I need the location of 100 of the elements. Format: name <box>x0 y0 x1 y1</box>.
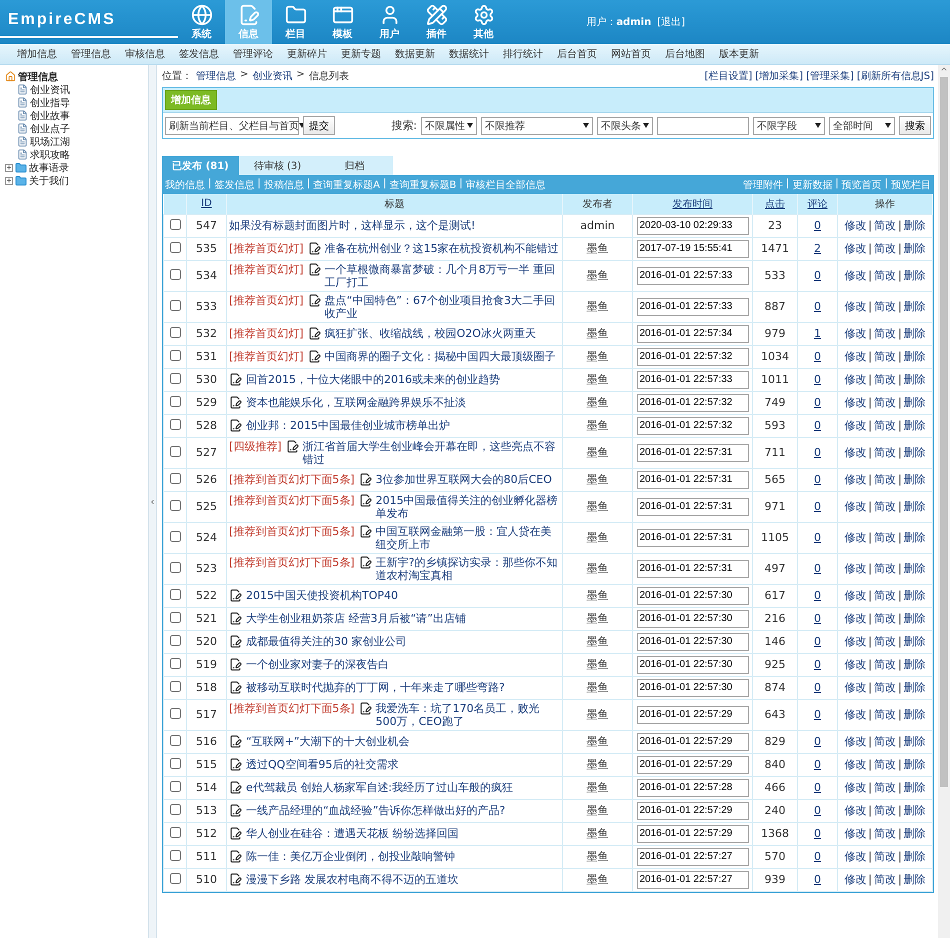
action-link[interactable]: 修改 <box>844 269 866 282</box>
action-link[interactable]: 删除 <box>904 735 926 748</box>
row-checkbox[interactable] <box>170 634 180 646</box>
edit-icon[interactable] <box>308 262 321 276</box>
row-checkbox[interactable] <box>170 850 180 860</box>
edit-icon[interactable] <box>229 758 242 771</box>
expand-toggle[interactable] <box>5 176 13 184</box>
action-link[interactable]: 修改 <box>844 242 866 255</box>
time-field[interactable]: 2016-01-01 22:57:33 <box>636 266 748 284</box>
action-link[interactable]: 删除 <box>904 242 926 255</box>
time-field[interactable]: 2016-01-01 22:57:30 <box>636 632 748 650</box>
comments-link[interactable]: 0 <box>814 781 821 794</box>
action-link[interactable]: 简改 <box>874 242 896 255</box>
action-link[interactable]: 修改 <box>844 300 866 313</box>
status-tab[interactable]: 待审核 (3) <box>239 156 316 175</box>
action-link[interactable]: 修改 <box>844 735 866 748</box>
row-checkbox[interactable] <box>170 658 180 668</box>
menu-item[interactable]: 后台首页 <box>550 47 604 61</box>
menu-item[interactable]: 更新专题 <box>334 47 388 61</box>
comments-link[interactable]: 0 <box>814 350 821 363</box>
time-field[interactable]: 2016-01-01 22:57:31 <box>636 470 748 488</box>
action-link[interactable]: 删除 <box>904 827 926 840</box>
comments-link[interactable]: 2 <box>814 242 821 255</box>
edit-icon[interactable] <box>308 350 321 363</box>
time-field[interactable]: 2016-01-01 22:57:33 <box>636 298 748 316</box>
tree-item[interactable]: 创业指导 <box>30 96 70 110</box>
action-link[interactable]: 修改 <box>844 589 866 602</box>
menu-item[interactable]: 管理评论 <box>226 47 280 61</box>
row-checkbox[interactable] <box>170 418 180 430</box>
edit-icon[interactable] <box>229 635 242 648</box>
title-link[interactable]: 准备在杭州创业？这15家在杭投资机构不能错过 <box>324 242 560 255</box>
time-field[interactable]: 2016-01-01 22:57:31 <box>636 444 748 462</box>
row-checkbox[interactable] <box>170 446 180 456</box>
action-link[interactable]: 修改 <box>844 350 866 363</box>
comments-link[interactable]: 0 <box>814 735 821 748</box>
action-link[interactable]: 修改 <box>844 419 866 432</box>
action-link[interactable]: 删除 <box>904 396 926 409</box>
menu-item[interactable]: 审核信息 <box>118 47 172 61</box>
breadcrumb-link[interactable]: 管理信息 <box>196 69 236 83</box>
action-link[interactable]: 简改 <box>874 473 896 486</box>
action-link[interactable]: 简改 <box>874 804 896 817</box>
action-link[interactable]: 简改 <box>874 500 896 513</box>
action-link[interactable]: 简改 <box>874 327 896 340</box>
scrollbar[interactable] <box>938 65 950 938</box>
row-checkbox[interactable] <box>170 780 180 792</box>
row-checkbox[interactable] <box>170 804 180 814</box>
comments-link[interactable]: 0 <box>814 827 821 840</box>
edit-icon[interactable] <box>229 781 242 794</box>
action-link[interactable]: 简改 <box>874 531 896 544</box>
action-link[interactable]: 删除 <box>904 446 926 459</box>
row-checkbox[interactable] <box>170 218 180 230</box>
nav-tab[interactable]: 其他 <box>460 0 507 44</box>
action-link[interactable]: 简改 <box>874 658 896 671</box>
filter-select[interactable]: 不限推荐 <box>481 116 593 134</box>
action-link[interactable]: 简改 <box>874 681 896 694</box>
comments-link[interactable]: 0 <box>814 500 821 513</box>
comments-link[interactable]: 0 <box>814 269 821 282</box>
comments-link[interactable]: 0 <box>814 850 821 863</box>
filter-select[interactable]: 不限头条 <box>597 116 653 134</box>
comments-link[interactable]: 0 <box>814 373 821 386</box>
comments-link[interactable]: 0 <box>814 681 821 694</box>
row-checkbox[interactable] <box>170 350 180 360</box>
edit-icon[interactable] <box>286 440 299 452</box>
action-link[interactable]: 简改 <box>874 419 896 432</box>
breadcrumb-link[interactable]: 创业资讯 <box>252 69 292 83</box>
action-link[interactable]: 删除 <box>904 635 926 648</box>
scroll-up-icon[interactable] <box>940 65 948 73</box>
action-link[interactable]: 修改 <box>844 327 866 340</box>
action-link[interactable]: 简改 <box>874 373 896 386</box>
filter-select[interactable]: 不限属性 <box>421 116 477 134</box>
time-field[interactable]: 2016-01-01 22:57:34 <box>636 324 748 342</box>
action-link[interactable]: 删除 <box>904 300 926 313</box>
action-link[interactable]: 删除 <box>904 500 926 513</box>
time-field[interactable]: 2016-01-01 22:57:30 <box>636 656 748 674</box>
comments-link[interactable]: 0 <box>814 531 821 544</box>
comments-link[interactable]: 0 <box>814 612 821 625</box>
title-link[interactable]: 盘点“中国特色”：67个创业项目抢食3大二手回收产业 <box>324 294 560 320</box>
title-link[interactable]: 我爱洗车：坑了170名员工，败光500万，CEO跑了 <box>376 702 560 728</box>
action-link[interactable]: 简改 <box>874 850 896 863</box>
title-link[interactable]: 中国互联网金融第一股：宜人贷在美纽交所上市 <box>376 524 560 550</box>
action-link[interactable]: 修改 <box>844 531 866 544</box>
comments-link[interactable]: 0 <box>814 446 821 459</box>
action-link[interactable]: 简改 <box>874 269 896 282</box>
tree-item[interactable]: 创业资讯 <box>30 82 70 96</box>
time-field[interactable]: 2016-01-01 22:57:30 <box>636 610 748 628</box>
action-link[interactable]: 删除 <box>904 373 926 386</box>
title-link[interactable]: 2015中国最值得关注的创业孵化器榜单发布 <box>376 494 560 520</box>
comments-link[interactable]: 0 <box>814 219 821 232</box>
time-field[interactable]: 2017-07-19 15:55:41 <box>636 240 748 258</box>
edit-icon[interactable] <box>229 827 242 840</box>
action-link[interactable]: 简改 <box>874 219 896 232</box>
edit-icon[interactable] <box>229 396 242 409</box>
time-field[interactable]: 2016-01-01 22:57:32 <box>636 348 748 366</box>
submit-button[interactable]: 提交 <box>303 116 335 135</box>
row-checkbox[interactable] <box>170 612 180 622</box>
action-link[interactable]: 修改 <box>844 446 866 459</box>
row-checkbox[interactable] <box>170 872 180 884</box>
action-link[interactable]: 删除 <box>904 758 926 771</box>
edit-icon[interactable] <box>358 556 372 568</box>
comments-link[interactable]: 0 <box>814 758 821 771</box>
